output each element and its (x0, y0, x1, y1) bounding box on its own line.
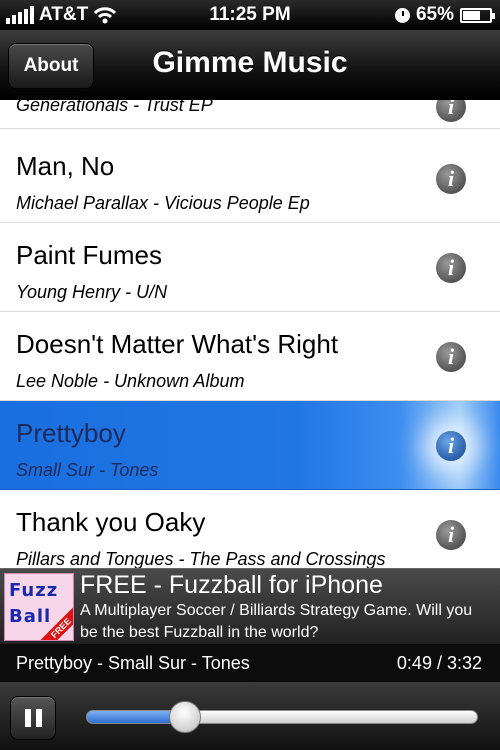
song-subtitle: Young Henry - U/N (16, 282, 168, 302)
ad-banner[interactable]: Fuzz Ball FREE FREE - Fuzzball for iPhon… (0, 568, 500, 644)
song-subtitle: Lee Noble - Unknown Album (16, 371, 245, 391)
info-icon[interactable]: i (436, 253, 466, 283)
song-list[interactable]: Generationals - Trust EP i Man, No Micha… (0, 100, 500, 568)
info-icon[interactable]: i (436, 164, 466, 194)
info-icon[interactable]: i (436, 431, 466, 461)
song-row[interactable]: Doesn't Matter What's Right Lee Noble - … (0, 312, 500, 401)
now-playing-bar: Prettyboy - Small Sur - Tones 0:49 / 3:3… (0, 644, 500, 682)
now-playing-time: 0:49 / 3:32 (396, 653, 482, 673)
navigation-bar: About Gimme Music (0, 30, 500, 100)
player-controls (0, 682, 500, 750)
fuzzball-logo: Fuzz Ball FREE (4, 573, 74, 641)
progress-slider[interactable] (86, 701, 478, 733)
song-row[interactable]: Man, No Michael Parallax - Vicious Peopl… (0, 134, 500, 223)
song-row[interactable]: Thank you Oaky Pillars and Tongues - The… (0, 490, 500, 568)
logo-text-line2: Ball (9, 606, 52, 627)
song-row-selected[interactable]: Prettyboy Small Sur - Tones i (0, 401, 500, 490)
pause-button[interactable] (10, 696, 56, 740)
logo-text-line1: Fuzz (9, 580, 59, 601)
about-button[interactable]: About (8, 43, 94, 89)
song-row[interactable]: Generationals - Trust EP i (0, 100, 500, 129)
clock-icon (394, 7, 410, 23)
ad-title: FREE - Fuzzball for iPhone (80, 571, 383, 599)
song-subtitle: Pillars and Tongues - The Pass and Cross… (16, 549, 386, 568)
now-playing-track: Prettyboy - Small Sur - Tones (16, 653, 250, 673)
info-icon[interactable]: i (436, 520, 466, 550)
song-subtitle: Generationals - Trust EP (16, 100, 213, 115)
slider-thumb[interactable] (169, 701, 202, 733)
info-icon[interactable]: i (436, 100, 466, 122)
song-row[interactable]: Paint Fumes Young Henry - U/N i (0, 223, 500, 312)
battery-percent: 65% (415, 4, 454, 25)
info-icon[interactable]: i (436, 342, 466, 372)
song-title: Thank you Oaky (16, 507, 206, 537)
page-title: Gimme Music (152, 46, 348, 79)
song-subtitle: Small Sur - Tones (16, 460, 159, 480)
ad-description: A Multiplayer Soccer / Billiards Strateg… (80, 602, 473, 641)
battery-icon (460, 7, 495, 23)
song-title: Man, No (16, 151, 115, 181)
song-title: Doesn't Matter What's Right (16, 329, 339, 359)
song-title: Prettyboy (16, 418, 126, 448)
song-title: Paint Fumes (16, 240, 162, 270)
status-bar: AT&T 11:25 PM 65% (0, 0, 500, 30)
pause-icon (24, 709, 31, 727)
song-subtitle: Michael Parallax - Vicious People Ep (16, 193, 310, 213)
